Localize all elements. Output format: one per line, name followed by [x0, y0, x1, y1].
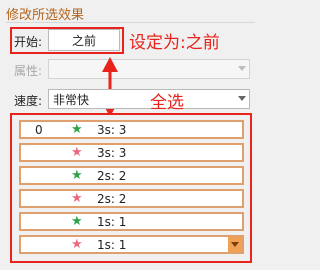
- pink-exit-star-icon: ★: [71, 145, 83, 160]
- speed-value: 非常快: [53, 92, 90, 107]
- pink-exit-star-icon: ★: [71, 237, 83, 252]
- chevron-down-icon: [238, 96, 246, 101]
- animation-list-item[interactable]: ★ 2s: 2: [19, 166, 244, 185]
- animation-list-item[interactable]: ★ 3s: 3: [19, 143, 244, 162]
- item-label: 3s: 3: [97, 123, 127, 137]
- green-entrance-star-icon: ★: [71, 214, 83, 229]
- animation-list-item[interactable]: ★ 1s: 1: [19, 235, 244, 254]
- item-label: 3s: 3: [97, 146, 127, 160]
- pink-exit-star-icon: ★: [71, 191, 83, 206]
- item-index: 0: [35, 123, 43, 137]
- speed-label: 速度:: [14, 94, 43, 108]
- green-entrance-star-icon: ★: [71, 122, 83, 137]
- speed-dropdown[interactable]: 非常快: [48, 89, 250, 109]
- animation-list-item[interactable]: ★ 2s: 2: [19, 189, 244, 208]
- item-dropdown-button[interactable]: [228, 237, 242, 252]
- item-label: 1s: 1: [97, 215, 127, 229]
- animation-list-item[interactable]: ★ 1s: 1: [19, 212, 244, 231]
- item-label: 1s: 1: [97, 238, 127, 252]
- green-entrance-star-icon: ★: [71, 168, 83, 183]
- item-label: 2s: 2: [97, 169, 127, 183]
- annotation-select-all: 全选: [150, 93, 184, 113]
- item-label: 2s: 2: [97, 192, 127, 206]
- animation-list-item[interactable]: 0 ★ 3s: 3: [19, 120, 244, 139]
